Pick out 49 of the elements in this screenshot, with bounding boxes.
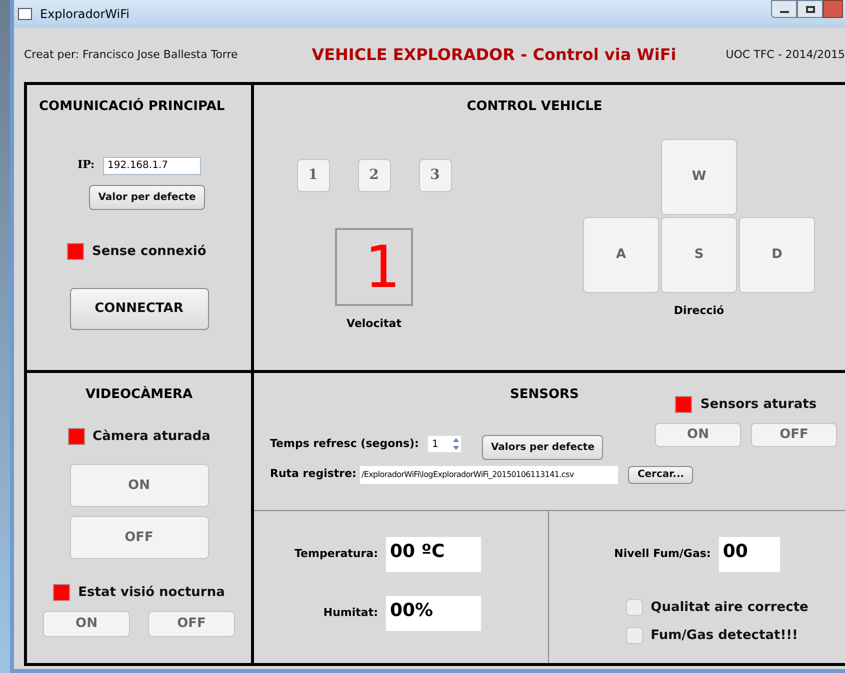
refresh-spinner[interactable]: 1 bbox=[426, 435, 462, 453]
default-button[interactable]: Valor per defecte bbox=[89, 184, 205, 210]
reading-label: Humitat: bbox=[323, 605, 378, 622]
status-label: Sensors aturats bbox=[700, 396, 817, 414]
ip-field[interactable]: 192.168.1.7 bbox=[102, 156, 201, 174]
log-label: Ruta registre: bbox=[270, 466, 356, 482]
status-label: Estat visió nocturna bbox=[78, 584, 225, 602]
maximize-button[interactable] bbox=[797, 0, 823, 18]
key-button[interactable]: A bbox=[583, 216, 659, 292]
app-icon bbox=[18, 8, 32, 20]
speed-button[interactable]: 3 bbox=[418, 158, 452, 192]
reading-label: Temperatura: bbox=[294, 546, 378, 562]
camera-off-button[interactable]: OFF bbox=[70, 516, 208, 559]
spinner-arrows-icon bbox=[450, 436, 461, 452]
author-text: Creat per: Francisco Jose Ballesta Torre bbox=[24, 46, 239, 63]
panel-title: COMUNICACIÓ PRINCIPAL bbox=[38, 97, 225, 116]
speed-label: Velocitat bbox=[346, 316, 402, 332]
status-label: Càmera aturada bbox=[92, 428, 210, 446]
sensors-off-button[interactable]: OFF bbox=[751, 422, 837, 446]
speed-button[interactable]: 1 bbox=[296, 158, 330, 192]
direction-label: Direcció bbox=[674, 302, 724, 318]
reading-value: 00 bbox=[718, 537, 780, 572]
panel-title: VIDEOCÀMERA bbox=[85, 385, 193, 404]
app-heading: VEHICLE EXPLORADOR - Control via WiFi bbox=[310, 44, 678, 66]
minimize-button[interactable] bbox=[771, 0, 797, 18]
status-label: Sense connexió bbox=[92, 242, 206, 260]
night-off-button[interactable]: OFF bbox=[148, 610, 235, 636]
status-label: Fum/Gas detectat!!! bbox=[650, 626, 798, 644]
ip-label: IP: bbox=[77, 157, 95, 174]
connect-button[interactable]: CONNECTAR bbox=[70, 288, 208, 330]
speed-button[interactable]: 2 bbox=[358, 158, 390, 192]
reading-value: 00% bbox=[386, 596, 481, 631]
browse-button[interactable]: Cercar... bbox=[628, 466, 694, 484]
log-path-field[interactable]: /ExploradorWiFi\logExploradorWiFi_20150106113141.csv bbox=[360, 466, 618, 484]
speed-display: 1 bbox=[335, 228, 413, 306]
course-text: UOC TFC - 2014/2015 bbox=[726, 46, 845, 63]
status-label: Qualitat aire correcte bbox=[650, 599, 808, 617]
key-button[interactable]: S bbox=[661, 216, 737, 292]
reading-label: Nivell Fum/Gas: bbox=[614, 546, 711, 562]
sensors-on-button[interactable]: ON bbox=[655, 422, 741, 446]
night-on-button[interactable]: ON bbox=[43, 610, 130, 636]
key-button[interactable]: D bbox=[739, 216, 815, 292]
defaults-button[interactable]: Valors per defecte bbox=[482, 434, 604, 460]
reading-value: 00 ºC bbox=[386, 537, 481, 572]
key-button[interactable]: W bbox=[661, 138, 737, 214]
panel-title: CONTROL VEHICLE bbox=[466, 98, 602, 116]
camera-on-button[interactable]: ON bbox=[70, 464, 208, 507]
window-title: ExploradorWiFi bbox=[40, 6, 130, 23]
refresh-label: Temps refresc (segons): bbox=[270, 436, 419, 452]
